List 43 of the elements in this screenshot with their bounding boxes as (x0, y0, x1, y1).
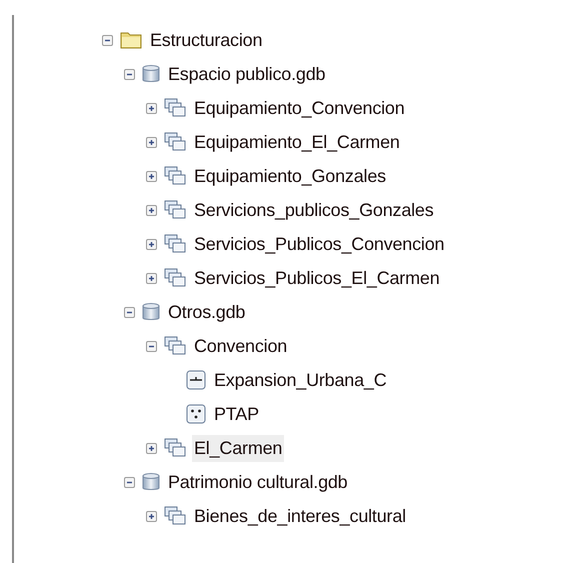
database-icon (142, 472, 160, 492)
expand-icon[interactable] (146, 102, 157, 114)
folder-icon (120, 31, 142, 49)
dataset-icon (164, 166, 186, 186)
tree-item[interactable]: Equipamiento_Gonzales (192, 162, 388, 190)
expand-icon[interactable] (146, 442, 157, 454)
tree-item[interactable]: Bienes_de_interes_cultural (192, 502, 408, 530)
dataset-icon (164, 336, 186, 356)
dataset-icon (164, 234, 186, 254)
expand-icon[interactable] (146, 204, 157, 216)
tree-item[interactable]: Servicios_Publicos_Convencion (192, 230, 446, 258)
collapse-icon[interactable] (124, 68, 135, 80)
tree-item[interactable]: PTAP (212, 400, 261, 428)
tree-item[interactable]: El_Carmen (192, 434, 284, 462)
tree-item[interactable]: Servicions_publicos_Gonzales (192, 196, 436, 224)
database-icon (142, 64, 160, 84)
tree-item[interactable]: Equipamiento_Convencion (192, 94, 407, 122)
line-layer-icon (186, 370, 206, 390)
dataset-icon (164, 200, 186, 220)
tree-item[interactable]: Otros.gdb (166, 298, 248, 326)
tree-item[interactable]: Expansion_Urbana_C (212, 366, 389, 394)
collapse-icon[interactable] (146, 340, 157, 352)
tree-item[interactable]: Espacio publico.gdb (166, 60, 328, 88)
expand-icon[interactable] (146, 272, 157, 284)
tree-item[interactable]: Convencion (192, 332, 290, 360)
dataset-icon (164, 438, 186, 458)
dataset-icon (164, 506, 186, 526)
expand-icon[interactable] (146, 170, 157, 182)
expand-icon[interactable] (146, 510, 157, 522)
tree-item[interactable]: Patrimonio cultural.gdb (166, 468, 350, 496)
tree-item[interactable]: Servicios_Publicos_El_Carmen (192, 264, 442, 292)
tree-item[interactable]: Equipamiento_El_Carmen (192, 128, 402, 156)
dataset-icon (164, 132, 186, 152)
expand-icon[interactable] (146, 136, 157, 148)
dataset-icon (164, 98, 186, 118)
collapse-icon[interactable] (102, 34, 113, 46)
tree-item[interactable]: Estructuracion (148, 26, 264, 54)
database-icon (142, 302, 160, 322)
collapse-icon[interactable] (124, 476, 135, 488)
dataset-icon (164, 268, 186, 288)
point-layer-icon (186, 404, 206, 424)
expand-icon[interactable] (146, 238, 157, 250)
collapse-icon[interactable] (124, 306, 135, 318)
